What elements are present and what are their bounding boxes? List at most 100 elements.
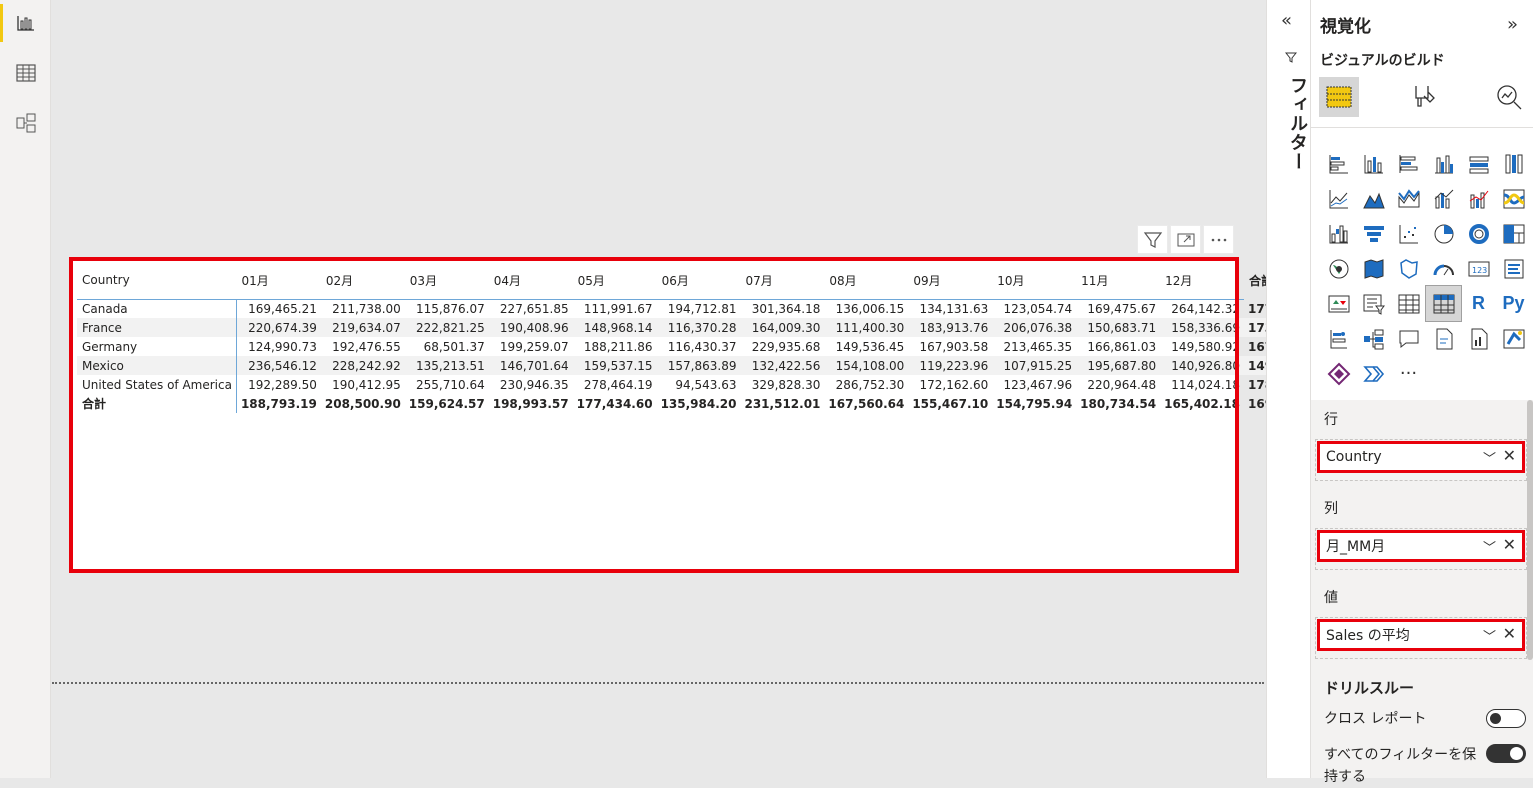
values-field-pill[interactable]: Sales の平均 ﹀ ✕ xyxy=(1317,619,1525,651)
viz-pane-collapse-button[interactable]: » xyxy=(1507,14,1518,35)
decomposition-tree-icon[interactable] xyxy=(1356,321,1391,356)
shape-map-icon[interactable] xyxy=(1391,251,1426,286)
format-tab[interactable] xyxy=(1403,77,1443,117)
card-icon[interactable]: 123 xyxy=(1461,251,1496,286)
rows-field-pill[interactable]: Country ﹀ ✕ xyxy=(1317,441,1525,473)
selected-tab-pointer xyxy=(1335,117,1351,125)
line-and-clustered-column-icon[interactable] xyxy=(1461,181,1496,216)
chevron-down-icon[interactable]: ﹀ xyxy=(1483,626,1496,645)
value-cell: 172,162.60 xyxy=(919,377,989,392)
funnel-chart-icon[interactable] xyxy=(1356,216,1391,251)
r-visual-icon[interactable]: R xyxy=(1461,286,1496,321)
filter-icon xyxy=(1285,52,1297,63)
column-header-month[interactable]: 06月 xyxy=(657,267,741,293)
filter-pane-label[interactable]: フィルター xyxy=(1284,76,1310,171)
row-label[interactable]: 合計 xyxy=(77,394,237,413)
clustered-column-chart-icon[interactable] xyxy=(1426,146,1461,181)
clustered-bar-chart-icon[interactable] xyxy=(1391,146,1426,181)
data-view-button[interactable] xyxy=(0,50,51,96)
100-stacked-column-chart-icon[interactable] xyxy=(1496,146,1531,181)
more-visuals-button[interactable]: ··· xyxy=(1391,356,1426,391)
focus-mode-button[interactable] xyxy=(1170,225,1201,254)
column-header-month[interactable]: 04月 xyxy=(489,267,573,293)
more-options-button[interactable] xyxy=(1203,225,1234,254)
row-header-country[interactable]: Country xyxy=(77,267,236,293)
stacked-area-chart-icon[interactable] xyxy=(1391,181,1426,216)
slicer-icon[interactable] xyxy=(1356,286,1391,321)
pane-scrollbar[interactable] xyxy=(1527,400,1533,660)
power-apps-icon[interactable] xyxy=(1321,356,1356,391)
value-cell: 190,412.95 xyxy=(332,377,401,392)
scatter-chart-icon[interactable] xyxy=(1391,216,1426,251)
column-header-month[interactable]: 12月 xyxy=(1160,267,1244,293)
smart-narrative-icon[interactable] xyxy=(1426,321,1461,356)
column-header-month[interactable]: 10月 xyxy=(992,267,1076,293)
donut-chart-icon[interactable] xyxy=(1461,216,1496,251)
treemap-icon[interactable] xyxy=(1496,216,1531,251)
stacked-bar-chart-icon[interactable] xyxy=(1321,146,1356,181)
value-cell: 180,734.54 xyxy=(1080,396,1157,411)
column-header-month[interactable]: 01月 xyxy=(236,267,320,293)
fields-tab[interactable] xyxy=(1319,77,1359,125)
multi-row-card-icon[interactable] xyxy=(1496,251,1531,286)
column-header-month[interactable]: 09月 xyxy=(908,267,992,293)
column-header-month[interactable]: 08月 xyxy=(824,267,908,293)
value-cell: 159,537.15 xyxy=(572,356,657,375)
column-header-month[interactable]: 05月 xyxy=(573,267,657,293)
python-visual-icon[interactable]: Py xyxy=(1496,286,1531,321)
100-stacked-bar-chart-icon[interactable] xyxy=(1461,146,1496,181)
stacked-column-chart-icon[interactable] xyxy=(1356,146,1391,181)
cross-report-toggle[interactable] xyxy=(1486,709,1526,728)
value-cell: 154,795.94 xyxy=(996,396,1073,411)
key-influencers-icon[interactable] xyxy=(1321,321,1356,356)
close-icon[interactable]: ✕ xyxy=(1503,535,1516,554)
value-cell: 123,467.96 xyxy=(1003,377,1073,392)
row-label[interactable]: Germany xyxy=(77,337,237,356)
waterfall-chart-icon[interactable] xyxy=(1321,216,1356,251)
power-automate-flow-icon[interactable] xyxy=(1356,356,1391,391)
close-icon[interactable]: ✕ xyxy=(1503,446,1516,465)
column-header-month[interactable]: 02月 xyxy=(321,267,405,293)
line-and-stacked-column-icon[interactable] xyxy=(1426,181,1461,216)
matrix-visual[interactable]: Country 01月 02月 03月 04月 05月 06月 07月 08月 09月 10月 11月… xyxy=(70,258,1328,572)
value-cell: 149,580.92 xyxy=(1171,339,1241,354)
chevron-down-icon[interactable]: ﹀ xyxy=(1483,448,1496,467)
power-automate-icon[interactable] xyxy=(1496,321,1531,356)
filled-map-icon[interactable] xyxy=(1356,251,1391,286)
page-boundary xyxy=(52,682,1264,684)
matrix-table: Country 01月 02月 03月 04月 05月 06月 07月 08月 09月 10月 11月… xyxy=(77,267,1328,413)
area-chart-icon[interactable] xyxy=(1356,181,1391,216)
chevron-down-icon[interactable]: ﹀ xyxy=(1483,537,1496,556)
report-view-button[interactable] xyxy=(0,0,51,46)
column-header-month[interactable]: 07月 xyxy=(740,267,824,293)
value-cell: 134,131.63 xyxy=(908,298,993,318)
matrix-visual-icon[interactable] xyxy=(1425,285,1462,322)
paginated-report-icon[interactable] xyxy=(1461,321,1496,356)
visual-filter-button[interactable] xyxy=(1137,225,1168,254)
row-label[interactable]: France xyxy=(77,318,237,337)
value-cell: 220,674.39 xyxy=(236,318,321,337)
ribbon-chart-icon[interactable] xyxy=(1496,181,1531,216)
close-icon[interactable]: ✕ xyxy=(1503,624,1516,643)
gauge-icon[interactable] xyxy=(1426,251,1461,286)
value-cell: 255,710.64 xyxy=(416,377,485,392)
line-chart-icon[interactable] xyxy=(1321,181,1356,216)
column-header-month[interactable]: 11月 xyxy=(1076,267,1160,293)
row-label[interactable]: Mexico xyxy=(77,356,237,375)
table-visual-icon[interactable] xyxy=(1391,286,1426,321)
filter-pane-collapse-button[interactable]: « xyxy=(1281,10,1292,31)
model-view-button[interactable] xyxy=(0,100,51,146)
value-cell: 208,500.90 xyxy=(324,396,401,411)
map-icon[interactable] xyxy=(1321,251,1356,286)
row-label[interactable]: Canada xyxy=(77,298,237,318)
analytics-tab[interactable] xyxy=(1489,77,1529,117)
qna-icon[interactable] xyxy=(1391,321,1426,356)
kpi-icon[interactable] xyxy=(1321,286,1356,321)
row-label[interactable]: United States of America xyxy=(77,375,237,394)
column-header-month[interactable]: 03月 xyxy=(405,267,489,293)
columns-field-pill[interactable]: 月_MM月 ﹀ ✕ xyxy=(1317,530,1525,562)
keep-filters-toggle[interactable] xyxy=(1486,744,1526,763)
value-cell: 188,211.86 xyxy=(583,339,653,354)
pie-chart-icon[interactable] xyxy=(1426,216,1461,251)
value-cell: 206,076.38 xyxy=(992,318,1077,337)
